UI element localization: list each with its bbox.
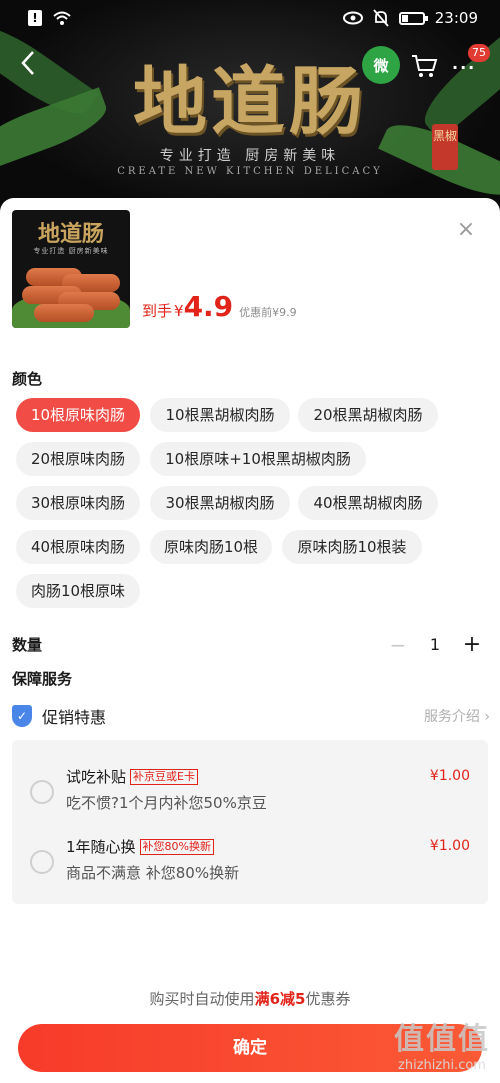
watermark-logo: 值值值 — [394, 1022, 490, 1057]
service-price: ¥1.00 — [429, 838, 470, 854]
color-option[interactable]: 40根原味肉肠 — [16, 530, 140, 564]
color-option[interactable]: 20根黑胡椒肉肠 — [298, 398, 438, 432]
service-radio[interactable] — [30, 780, 54, 804]
service-radio[interactable] — [30, 850, 54, 874]
color-section-label: 颜色 — [12, 370, 43, 388]
cart-icon — [412, 55, 438, 77]
final-price: 4.9 — [183, 290, 234, 323]
guarantee-section-label: 保障服务 — [12, 670, 73, 688]
service-tag: 补京豆或E卡 — [130, 769, 198, 785]
thumbnail-subtitle: 专业打造 厨房新美味 — [33, 247, 109, 255]
service-name-row: 1年随心换 补您80%换新 — [66, 836, 214, 857]
clock: 23:09 — [434, 9, 478, 27]
mute-bell-icon — [373, 9, 389, 27]
service-name-row: 试吃补贴 补京豆或E卡 — [66, 766, 198, 787]
sku-selection-sheet: × 地道肠 专业打造 厨房新美味 到手 ¥ 4.9 优惠前¥9.9 颜色 10根… — [0, 198, 500, 1083]
color-option[interactable]: 40根黑胡椒肉肠 — [298, 486, 438, 520]
quantity-label: 数量 — [12, 636, 43, 654]
banner-english-slogan: CREATE NEW KITCHEN DELICACY — [117, 166, 383, 177]
service-name: 1年随心换 — [66, 838, 136, 856]
site-watermark: 值值值 zhizhizhi.com — [394, 1014, 490, 1073]
battery-icon — [398, 11, 428, 25]
quantity-increase-button[interactable]: + — [460, 632, 484, 657]
color-option[interactable]: 10根原味+10根黑胡椒肉肠 — [150, 442, 366, 476]
service-option[interactable]: 试吃补贴 补京豆或E卡 吃不惯?1个月内补您50%京豆 ¥1.00 — [12, 762, 488, 822]
thumbnail-title: 地道肠 — [37, 221, 104, 247]
coupon-highlight: 满6减5 — [254, 990, 306, 1008]
wechat-share-button[interactable]: 微 — [362, 46, 400, 84]
chevron-left-icon — [21, 51, 34, 75]
wifi-icon — [53, 11, 71, 25]
wechat-icon: 微 — [373, 56, 389, 75]
service-description: 吃不惯?1个月内补您50%京豆 — [66, 794, 267, 812]
quantity-decrease-button[interactable]: − — [386, 633, 410, 657]
color-option[interactable]: 肉肠10根原味 — [16, 574, 140, 608]
price-prefix: 到手 — [142, 302, 173, 320]
banner-subtitle: 专业打造 厨房新美味 — [159, 148, 341, 164]
service-intro-link[interactable]: 服务介绍 › — [424, 706, 490, 726]
promo-row: ✓ 促销特惠 服务介绍 › — [12, 704, 490, 728]
service-price: ¥1.00 — [429, 768, 470, 784]
product-thumbnail[interactable]: 地道肠 专业打造 厨房新美味 — [12, 210, 130, 328]
color-option[interactable]: 30根黑胡椒肉肠 — [150, 486, 290, 520]
price-currency: ¥ — [174, 302, 184, 320]
alert-icon: ! — [28, 10, 42, 26]
color-option[interactable]: 20根原味肉肠 — [16, 442, 140, 476]
color-option[interactable]: 30根原味肉肠 — [16, 486, 140, 520]
watermark-text: zhizhizhi.com — [398, 1058, 486, 1073]
shield-check-icon: ✓ — [12, 705, 32, 727]
service-name: 试吃补贴 — [66, 768, 127, 786]
original-price: 优惠前¥9.9 — [239, 306, 297, 319]
sausage-image — [34, 304, 94, 322]
service-options: 试吃补贴 补京豆或E卡 吃不惯?1个月内补您50%京豆 ¥1.00 1年随心换 补您… — [12, 740, 488, 904]
eye-icon — [342, 11, 363, 25]
price-row: 到手 ¥ 4.9 优惠前¥9.9 — [142, 290, 297, 323]
cart-badge: 75 — [468, 44, 490, 62]
promo-title: 促销特惠 — [42, 708, 107, 727]
service-tag: 补您80%换新 — [139, 839, 214, 855]
service-option[interactable]: 1年随心换 补您80%换新 商品不满意 补您80%换新 ¥1.00 — [12, 832, 488, 892]
cart-button[interactable] — [410, 52, 438, 80]
color-option[interactable]: 原味肉肠10根装 — [282, 530, 422, 564]
color-option[interactable]: 原味肉肠10根 — [150, 530, 272, 564]
close-button[interactable]: × — [454, 218, 478, 242]
coupon-note: 购买时自动使用满6减5优惠券 — [149, 990, 351, 1008]
service-description: 商品不满意 补您80%换新 — [66, 864, 240, 882]
color-option[interactable]: 10根黑胡椒肉肠 — [150, 398, 290, 432]
status-bar: ! 23:09 — [0, 0, 500, 36]
quantity-value[interactable]: 1 — [410, 635, 460, 654]
quantity-stepper: − 1 + — [386, 632, 484, 657]
color-option[interactable]: 10根原味肉肠 — [16, 398, 140, 432]
banner-seal: 黑椒 — [432, 124, 458, 170]
back-button[interactable] — [18, 48, 48, 78]
